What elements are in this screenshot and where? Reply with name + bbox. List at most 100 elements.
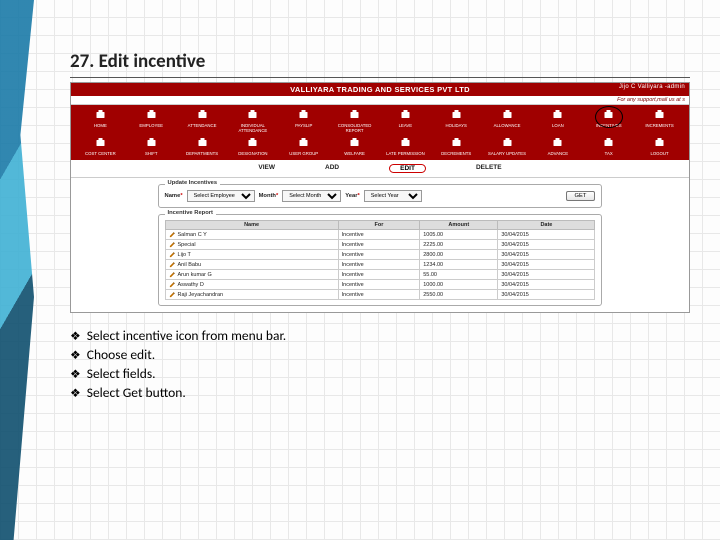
advance-menu-item[interactable]: ADVANCE (532, 136, 583, 157)
table-row[interactable]: Aswathy DIncentive1000.0030/04/2015 (165, 280, 595, 290)
name-label: Name* (165, 193, 183, 199)
menu-label: WELFARE (344, 151, 365, 156)
menu-label: ATTENDANCE (188, 123, 217, 128)
app-header-bar: VALLIYARA TRADING AND SERVICES PVT LTD J… (71, 83, 689, 96)
payslip-menu-item[interactable]: PAYSLIP (278, 108, 329, 134)
report-legend: Incentive Report (165, 210, 216, 216)
bullet-icon: ❖ (70, 386, 81, 401)
cost-center-menu-item[interactable]: COST CENTER (75, 136, 126, 157)
bullet-icon: ❖ (70, 367, 81, 382)
year-label: Year* (345, 193, 360, 199)
cell-date: 30/04/2015 (498, 230, 595, 240)
app-screenshot: VALLIYARA TRADING AND SERVICES PVT LTD J… (70, 82, 690, 313)
year-select[interactable]: Select Year (364, 190, 422, 202)
leave-menu-item[interactable]: LEAVE (380, 108, 431, 134)
slide-content: 27. Edit incentive VALLIYARA TRADING AND… (70, 50, 690, 403)
late-permission-icon (398, 137, 412, 149)
instruction-item: ❖ Select Get button. (70, 384, 690, 401)
loan-menu-item[interactable]: LOAN (532, 108, 583, 134)
instruction-item: ❖Choose edit. (70, 346, 690, 363)
menu-label: HOME (94, 123, 107, 128)
welfare-menu-item[interactable]: WELFARE (329, 136, 380, 157)
edit-icon (169, 241, 176, 248)
edit-icon (169, 261, 176, 268)
cell-for: Incentive (338, 280, 420, 290)
decrements-menu-item[interactable]: DECREMENTS (431, 136, 482, 157)
cell-for: Incentive (338, 260, 420, 270)
tax-menu-item[interactable]: TAX (583, 136, 634, 157)
incentives-menu-item[interactable]: INCENTIVES (583, 108, 634, 134)
holidays-menu-item[interactable]: HOLIDAYS (431, 108, 482, 134)
cell-name: Raji Jeyachandran (178, 292, 224, 298)
increments-menu-item[interactable]: INCREMENTS (634, 108, 685, 134)
menu-label: LOAN (552, 123, 564, 128)
employee-icon (144, 109, 158, 121)
get-button[interactable]: GET (566, 191, 596, 201)
menu-label: HOLIDAYS (446, 123, 467, 128)
table-row[interactable]: Lijo TIncentive2800.0030/04/2015 (165, 250, 595, 260)
cell-name: Aswathy D (178, 282, 204, 288)
instruction-list: ❖ Select incentive icon from menu bar. ❖Ch… (70, 327, 690, 401)
designation-icon (246, 137, 260, 149)
menu-label: PAYSLIP (295, 123, 312, 128)
cell-name: Arun kumar G (178, 272, 212, 278)
table-row[interactable]: Raji JeyachandranIncentive2550.0030/04/2… (165, 290, 595, 300)
instruction-item: ❖ Select incentive icon from menu bar. (70, 327, 690, 344)
tab-view[interactable]: VIEW (258, 164, 275, 173)
menu-label: INCREMENTS (645, 123, 673, 128)
cell-for: Incentive (338, 230, 420, 240)
home-menu-item[interactable]: HOME (75, 108, 126, 134)
leave-icon (398, 109, 412, 121)
month-select[interactable]: Select Month (282, 190, 341, 202)
month-label: Month* (259, 193, 279, 199)
instruction-text: Select incentive icon from menu bar. (87, 327, 286, 344)
bullet-icon: ❖ (70, 329, 81, 344)
departments-menu-item[interactable]: DEPARTMENTS (177, 136, 228, 157)
table-row[interactable]: Arun kumar GIncentive55.0030/04/2015 (165, 270, 595, 280)
menu-label: DEPARTMENTS (186, 151, 218, 156)
increments-icon (653, 109, 667, 121)
cell-amount: 1234.00 (420, 260, 498, 270)
salary-updates-menu-item[interactable]: SALARY UPDATES (482, 136, 533, 157)
menu-label: ADVANCE (548, 151, 568, 156)
menu-label: TAX (605, 151, 613, 156)
incentive-report: Incentive Report Name For Amount Date Sa… (158, 214, 603, 306)
cell-date: 30/04/2015 (498, 270, 595, 280)
allowance-menu-item[interactable]: ALLOWANCE (482, 108, 533, 134)
user-group-icon (297, 137, 311, 149)
home-icon (93, 109, 107, 121)
edit-icon (169, 231, 176, 238)
designation-menu-item[interactable]: DESIGNATION (227, 136, 278, 157)
tab-delete[interactable]: DELETE (476, 164, 502, 173)
table-row[interactable]: SpecialIncentive2225.0030/04/2015 (165, 240, 595, 250)
table-row[interactable]: Anil BabuIncentive1234.0030/04/2015 (165, 260, 595, 270)
user-group-menu-item[interactable]: USER GROUP (278, 136, 329, 157)
welfare-icon (348, 137, 362, 149)
tab-edit[interactable]: EDIT (389, 164, 426, 173)
cell-date: 30/04/2015 (498, 260, 595, 270)
edit-icon (169, 281, 176, 288)
late-permission-menu-item[interactable]: LATE PERMISSION (380, 136, 431, 157)
menu-label: SALARY UPDATES (488, 151, 526, 156)
shift-menu-item[interactable]: SHIFT (126, 136, 177, 157)
allowance-icon (500, 109, 514, 121)
table-row[interactable]: Salman C YIncentive1005.0030/04/2015 (165, 230, 595, 240)
instruction-text: Select fields. (87, 365, 156, 382)
logout-menu-item[interactable]: LOGOUT (634, 136, 685, 157)
employee-menu-item[interactable]: EMPLOYEE (126, 108, 177, 134)
report-table: Name For Amount Date Salman C YIncentive… (165, 220, 596, 300)
name-select[interactable]: Select Employee (187, 190, 255, 202)
cell-amount: 55.00 (420, 270, 498, 280)
cell-for: Incentive (338, 240, 420, 250)
tax-icon (602, 137, 616, 149)
consolidated-report-menu-item[interactable]: CONSOLIDATED REPORT (329, 108, 380, 134)
edit-icon (169, 271, 176, 278)
tab-add[interactable]: ADD (325, 164, 339, 173)
instruction-text: Select Get button. (87, 384, 186, 401)
individual-attendance-menu-item[interactable]: INDIVIDUAL ATTENDANCE (227, 108, 278, 134)
holidays-icon (449, 109, 463, 121)
cell-date: 30/04/2015 (498, 240, 595, 250)
attendance-menu-item[interactable]: ATTENDANCE (177, 108, 228, 134)
decrements-icon (449, 137, 463, 149)
logged-in-user: Jijo C Valliyara -admin (619, 84, 685, 90)
